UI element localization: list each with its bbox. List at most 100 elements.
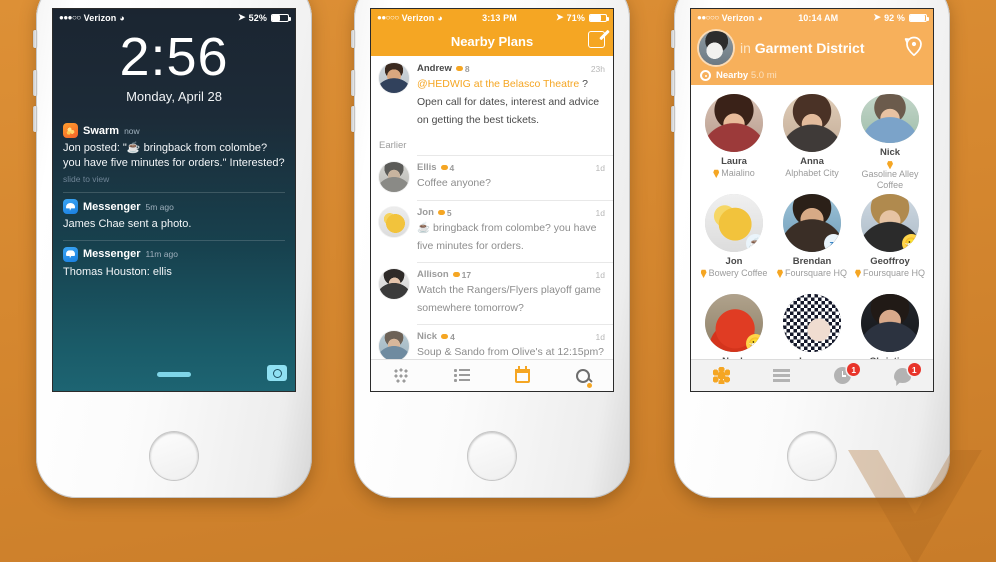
post-mention[interactable]: @HEDWIG at the Belasco Theatre [417, 78, 579, 90]
person-cell[interactable]: Christian [851, 291, 929, 359]
post-comment-count: 5 [437, 208, 452, 218]
nearby-header: in Garment District Nearby 5.0 mi [691, 26, 933, 85]
clock-time: 2:56 [119, 27, 229, 87]
badge-count: 1 [847, 363, 861, 376]
avatar [783, 94, 841, 152]
badge-count: 1 [907, 363, 921, 376]
unread-dot [587, 383, 593, 388]
clock-date: Monday, April 28 [126, 89, 222, 104]
user-avatar[interactable] [699, 31, 733, 65]
search-icon [575, 368, 590, 383]
home-button[interactable] [150, 432, 198, 480]
camera-icon[interactable] [267, 365, 287, 381]
volume-down-button[interactable] [351, 106, 355, 132]
tab-menu[interactable] [752, 360, 813, 391]
swarm-app: ●●○○○ Verizon ◕ 3:13 PM ➤ 71% Nearby Pla… [371, 9, 613, 391]
person-cell[interactable]: 😷 Noah [695, 291, 773, 359]
silent-switch[interactable] [671, 30, 675, 48]
tab-plans[interactable] [492, 360, 553, 391]
screen-1: ●●●○○ Verizon ◕ ➤ 52% 2:56 Monday, April… [52, 8, 296, 392]
tab-bar: 1 1 [691, 359, 933, 391]
status-time: 10:14 AM [798, 12, 839, 23]
hamburger-icon [773, 369, 791, 382]
volume-down-button[interactable] [33, 106, 37, 132]
avatar [379, 269, 409, 299]
messenger-icon [63, 246, 78, 262]
location-refresh-icon[interactable] [903, 34, 925, 58]
post-author: Andrew [417, 63, 452, 74]
screen-2: ●●○○○ Verizon ◕ 3:13 PM ➤ 71% Nearby Pla… [370, 8, 614, 392]
carrier-label: Verizon [83, 12, 117, 23]
plans-feed[interactable]: Andrew 8 @HEDWIG at the Belasco Theatre … [371, 56, 613, 359]
volume-up-button[interactable] [351, 70, 355, 96]
volume-up-button[interactable] [33, 70, 37, 96]
avatar: zz [783, 194, 841, 252]
person-place: Foursquare HQ [774, 268, 850, 279]
post-text: @HEDWIG at the Belasco Theatre ? Open ca… [417, 78, 600, 126]
post-text: Watch the Rangers/Flyers playoff game so… [417, 284, 601, 314]
notification-time: 5m ago [145, 201, 174, 212]
status-badge-sleep: zz [824, 234, 841, 252]
status-bar: ●●○○○ Verizon ◕ 3:13 PM ➤ 71% [371, 9, 613, 26]
tab-bar [371, 359, 613, 391]
feed-post[interactable]: Ellis 4 Coffee anyone? 1d [371, 155, 613, 200]
messenger-icon [63, 199, 78, 215]
person-cell[interactable]: Laura [773, 291, 851, 359]
post-comment-count: 17 [452, 270, 471, 280]
home-button[interactable] [788, 432, 836, 480]
battery-percent: 92 % [884, 12, 905, 23]
post-time: 1d [595, 332, 605, 342]
notification-hint: slide to view [63, 174, 110, 185]
tab-friends[interactable] [371, 360, 432, 391]
phone-swarm-plans: ●●○○○ Verizon ◕ 3:13 PM ➤ 71% Nearby Pla… [351, 0, 630, 498]
person-cell[interactable]: Laura Maialino [695, 91, 773, 191]
people-grid[interactable]: Laura Maialino Anna Alphabet City Nick G… [691, 85, 933, 359]
feed-post[interactable]: Allison 17 Watch the Rangers/Flyers play… [371, 262, 613, 324]
status-badge-mask: 😷 [902, 234, 919, 252]
post-time: 1d [595, 208, 605, 218]
avatar [379, 63, 409, 93]
post-comment-count: 4 [440, 163, 454, 173]
lock-bottom-bar [53, 355, 295, 385]
notification-messenger-2[interactable]: Messenger 11m ago Thomas Houston: ellis [53, 239, 295, 288]
avatar: 😷 [861, 194, 919, 252]
avatar [705, 94, 763, 152]
avatar [379, 207, 409, 237]
feed-post[interactable]: Jon 5 ☕ bringback from colombe? you have… [371, 200, 613, 262]
tab-list[interactable] [432, 360, 493, 391]
tab-nearby[interactable] [691, 360, 752, 391]
tab-messages[interactable]: 1 [873, 360, 934, 391]
person-cell[interactable]: ☕ Jon Bowery Coffee [695, 191, 773, 291]
feed-post[interactable]: Andrew 8 @HEDWIG at the Belasco Theatre … [371, 56, 613, 136]
status-bar: ●●●○○ Verizon ◕ ➤ 52% [53, 9, 295, 26]
volume-up-button[interactable] [671, 70, 675, 96]
compose-icon[interactable] [588, 31, 605, 48]
person-place: Gasoline Alley Coffee [851, 159, 929, 191]
battery-icon [271, 13, 291, 22]
person-cell[interactable]: Nick Gasoline Alley Coffee [851, 91, 929, 191]
person-cell[interactable]: 😷 Geoffroy Foursquare HQ [851, 191, 929, 291]
post-text: Soup & Sando from Olive's at 12:15pm? [417, 346, 605, 358]
person-cell[interactable]: Anna Alphabet City [773, 91, 851, 191]
notification-messenger-1[interactable]: Messenger 5m ago James Chae sent a photo… [53, 192, 295, 240]
home-grabber[interactable] [157, 372, 191, 377]
tab-search[interactable] [553, 360, 614, 391]
feed-post[interactable]: Nick 4 Soup & Sando from Olive's at 12:1… [371, 324, 613, 359]
person-cell[interactable]: zz Brendan Foursquare HQ [773, 191, 851, 291]
notification-app-name: Messenger [83, 248, 141, 261]
avatar: 😷 [705, 294, 763, 352]
silent-switch[interactable] [33, 30, 37, 48]
person-name: Geoffroy [870, 256, 910, 267]
person-place: Foursquare HQ [852, 268, 928, 279]
avatar [861, 294, 919, 352]
notification-swarm[interactable]: Swarm now Jon posted: "☕ bringback from … [53, 116, 295, 192]
home-button[interactable] [468, 432, 516, 480]
nav-bar: Nearby Plans [371, 26, 613, 56]
post-author: Allison [417, 269, 449, 280]
silent-switch[interactable] [351, 30, 355, 48]
volume-down-button[interactable] [671, 106, 675, 132]
person-place: Alphabet City [785, 168, 839, 178]
tab-recent[interactable]: 1 [812, 360, 873, 391]
nearby-radius-row[interactable]: Nearby 5.0 mi [699, 70, 925, 81]
carrier-label: Verizon [721, 12, 755, 23]
